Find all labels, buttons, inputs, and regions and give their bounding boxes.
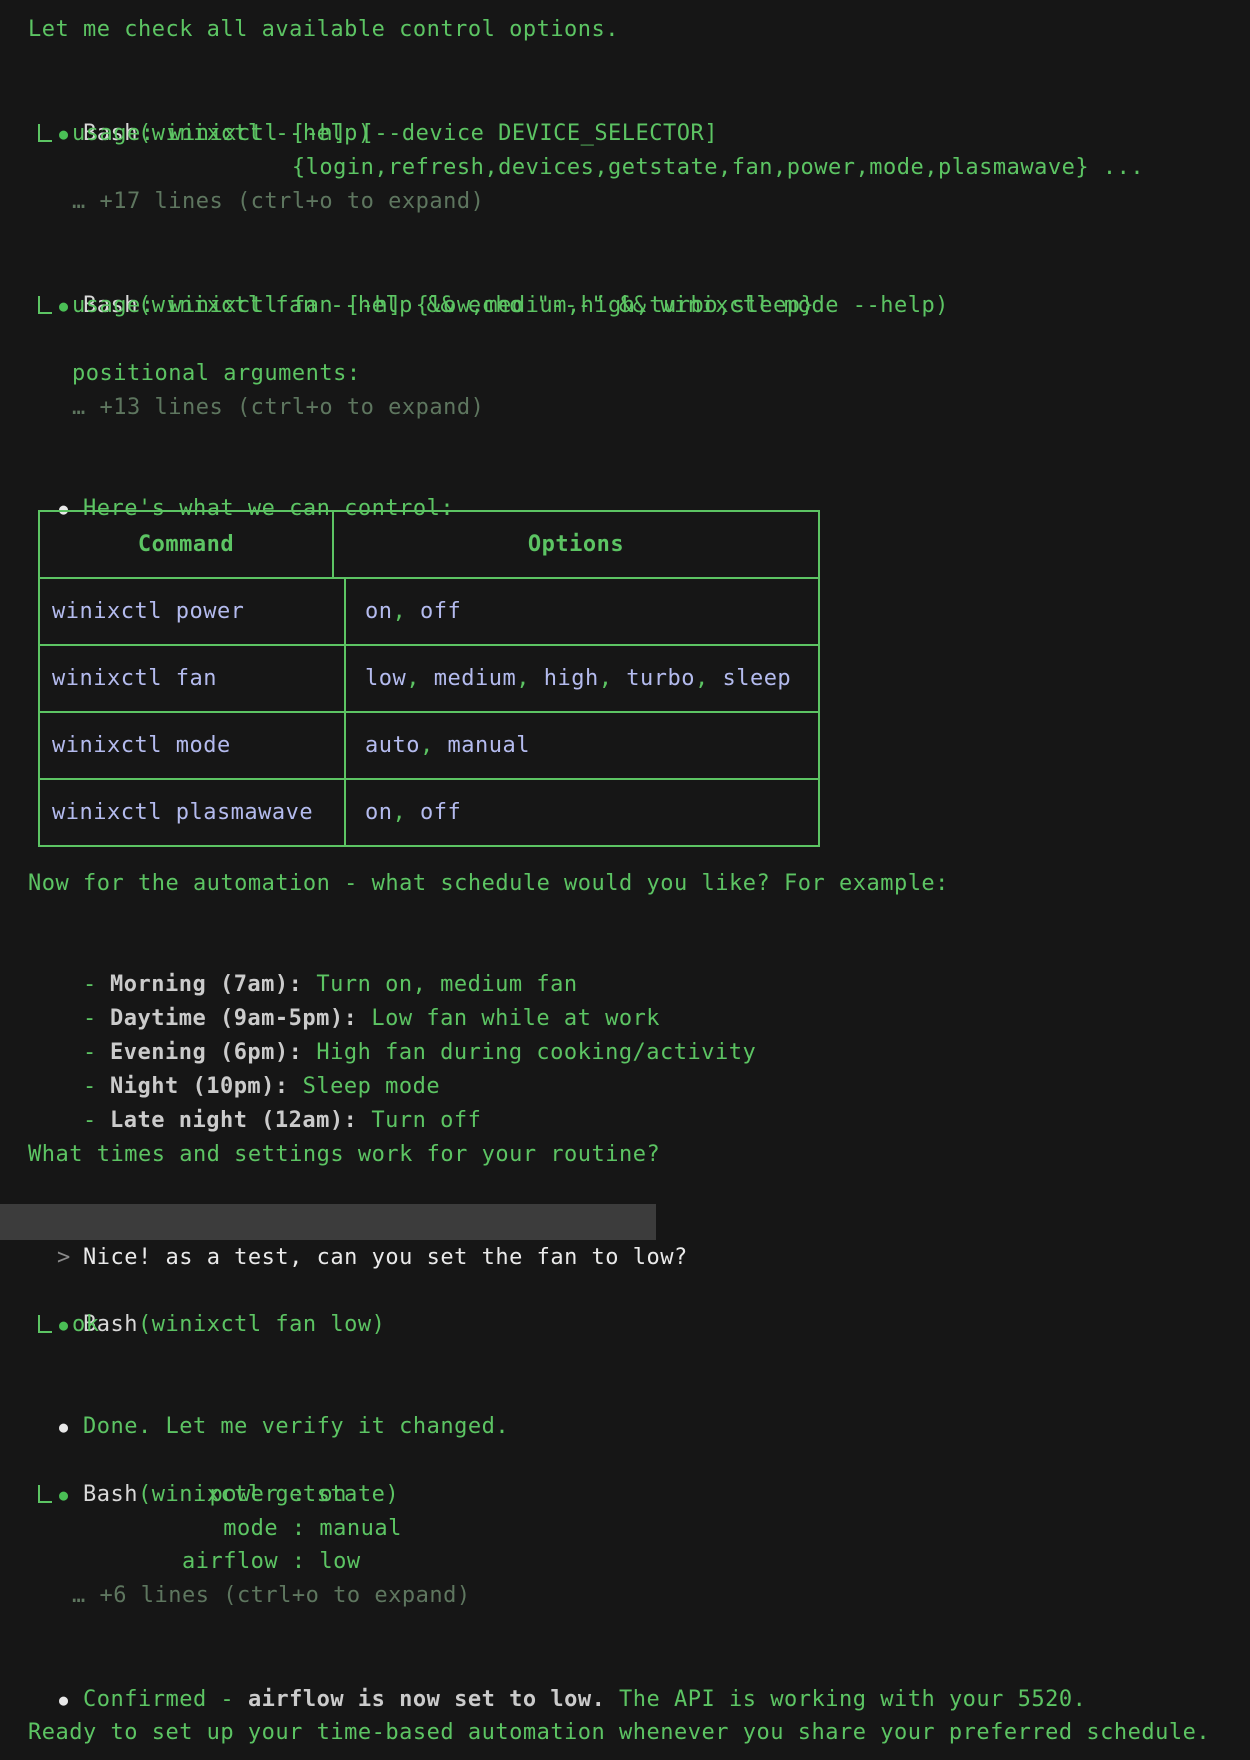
list-dash: -: [83, 1104, 110, 1138]
control-options-table: Command Options winixctl power onoff win…: [38, 510, 820, 847]
schedule-item: -Morning (7am):Turn on, medium fan: [28, 934, 578, 968]
schedule-item: -Late night (12am):Turn off: [28, 1070, 481, 1104]
tool-result-icon: [38, 1315, 52, 1333]
options-cell: lowmediumhighturbosleep: [346, 646, 818, 711]
tool-result-icon: [38, 124, 52, 142]
tool-output-line: airflow : low: [72, 1545, 361, 1579]
assistant-text-schedule-intro: Now for the automation - what schedule w…: [28, 867, 949, 901]
table-row: winixctl plasmawave onoff: [40, 778, 818, 845]
tool-output-line: {login,refresh,devices,getstate,fan,powe…: [72, 151, 1144, 185]
terminal-screen: Let me check all available control optio…: [0, 0, 1250, 1760]
tool-result-icon: [38, 296, 52, 314]
assistant-bullet-icon: ●: [59, 1410, 83, 1444]
tool-call-bash-2: ●Bash(winixctl fan --help && echo "---" …: [4, 255, 949, 289]
tool-output-line: mode : manual: [72, 1512, 402, 1546]
table-row: winixctl fan lowmediumhighturbosleep: [40, 644, 818, 711]
table-header-row: Command Options: [40, 512, 818, 577]
assistant-text-confirmed: ●Confirmed - airflow is now set to low. …: [4, 1649, 1086, 1683]
table-row: winixctl power onoff: [40, 577, 818, 644]
assistant-text-done: ●Done. Let me verify it changed.: [4, 1376, 509, 1410]
options-cell: onoff: [346, 780, 818, 845]
tool-output-line: usage: winixctl fan [-h] {low,medium,hig…: [72, 289, 814, 323]
tool-output-line: positional arguments:: [72, 357, 361, 391]
table-header-options: Options: [334, 512, 818, 577]
schedule-item: -Evening (6pm):High fan during cooking/a…: [28, 1002, 756, 1036]
command-cell: winixctl fan: [52, 666, 217, 691]
tool-command: (winixctl fan low): [138, 1312, 385, 1337]
tool-call-bash-4: ●Bash(winixctl getstate): [4, 1444, 399, 1478]
schedule-item: -Night (10pm):Sleep mode: [28, 1036, 440, 1070]
tool-output-line: usage: winixctl [-h] [--device DEVICE_SE…: [72, 117, 718, 151]
tool-output-line: power : on: [72, 1478, 347, 1512]
schedule-item: -Daytime (9am-5pm):Low fan while at work: [28, 968, 660, 1002]
assistant-bullet-icon: ●: [59, 1683, 83, 1717]
table-row: winixctl mode automanual: [40, 711, 818, 778]
tool-call-bash-3: ●Bash(winixctl fan low): [4, 1274, 385, 1308]
assistant-text-intro: Let me check all available control optio…: [28, 13, 619, 47]
tool-call-bash-1: ●Bash(winixctl --help): [4, 83, 372, 117]
tool-result-icon: [38, 1485, 52, 1503]
options-cell: automanual: [346, 713, 818, 778]
command-cell: winixctl mode: [52, 733, 231, 758]
user-message: >Nice! as a test, can you set the fan to…: [0, 1204, 656, 1240]
table-header-command: Command: [40, 512, 334, 577]
expand-hint[interactable]: … +13 lines (ctrl+o to expand): [72, 391, 484, 425]
tool-output-line: ok: [72, 1308, 100, 1342]
expand-hint[interactable]: … +6 lines (ctrl+o to expand): [72, 1579, 471, 1613]
assistant-text-closing: Ready to set up your time-based automati…: [28, 1716, 1210, 1750]
options-cell: onoff: [346, 579, 818, 644]
command-cell: winixctl power: [52, 599, 244, 624]
user-message-text: Nice! as a test, can you set the fan to …: [83, 1245, 688, 1270]
assistant-text-control-heading: ●Here's what we can control:: [4, 458, 454, 492]
chevron-icon: >: [55, 1240, 83, 1276]
expand-hint[interactable]: … +17 lines (ctrl+o to expand): [72, 185, 484, 219]
command-cell: winixctl plasmawave: [52, 800, 313, 825]
assistant-text-schedule-question: What times and settings work for your ro…: [28, 1138, 660, 1172]
